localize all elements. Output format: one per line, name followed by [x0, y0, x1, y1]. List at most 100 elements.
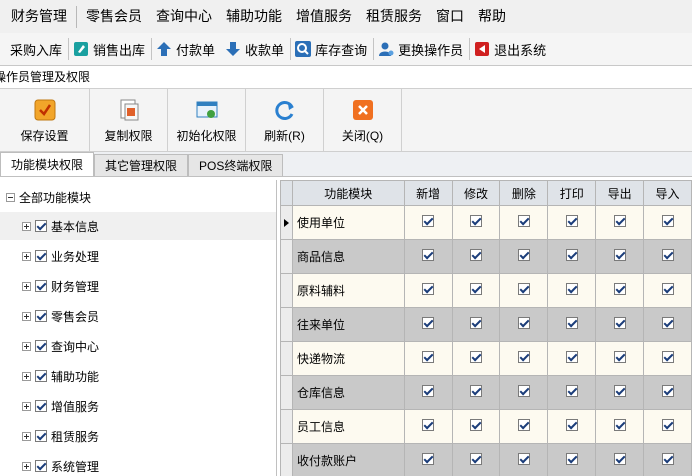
delete-checkbox[interactable]	[517, 317, 530, 329]
print-checkbox[interactable]	[565, 215, 578, 227]
change-operator-button[interactable]: 更换操作员	[374, 35, 469, 63]
delete-checkbox[interactable]	[517, 419, 530, 431]
add-checkbox[interactable]	[422, 317, 435, 329]
import-checkbox[interactable]	[661, 351, 674, 363]
tree-item[interactable]: 基本信息	[0, 212, 276, 240]
column-header[interactable]: 修改	[451, 180, 501, 206]
column-header[interactable]: 导出	[595, 180, 645, 206]
table-row[interactable]: 员工信息	[280, 409, 692, 444]
menu-finance[interactable]: 财务管理	[4, 0, 74, 33]
tree-item[interactable]: 辅助功能	[0, 362, 276, 390]
expand-icon[interactable]	[22, 251, 31, 261]
menu-query-center[interactable]: 查询中心	[149, 0, 219, 33]
import-checkbox[interactable]	[661, 453, 674, 465]
import-checkbox[interactable]	[661, 385, 674, 397]
edit-checkbox[interactable]	[469, 215, 482, 227]
checkbox-checked[interactable]	[35, 280, 47, 292]
inventory-query-button[interactable]: 库存查询	[291, 35, 373, 63]
export-checkbox[interactable]	[613, 385, 626, 397]
export-checkbox[interactable]	[613, 283, 626, 295]
edit-checkbox[interactable]	[469, 453, 482, 465]
expand-icon[interactable]	[22, 371, 31, 381]
close-button[interactable]: 关闭(Q)	[324, 89, 402, 151]
print-checkbox[interactable]	[565, 351, 578, 363]
export-checkbox[interactable]	[613, 215, 626, 227]
print-checkbox[interactable]	[565, 283, 578, 295]
edit-checkbox[interactable]	[469, 351, 482, 363]
column-header[interactable]: 打印	[547, 180, 597, 206]
import-checkbox[interactable]	[661, 317, 674, 329]
refresh-button[interactable]: 刷新(R)	[246, 89, 324, 151]
print-checkbox[interactable]	[565, 385, 578, 397]
delete-checkbox[interactable]	[517, 249, 530, 261]
checkbox-checked[interactable]	[35, 400, 47, 412]
menu-help[interactable]: 帮助	[471, 0, 513, 33]
print-checkbox[interactable]	[565, 453, 578, 465]
tree-root[interactable]: 全部功能模块	[6, 189, 91, 206]
print-checkbox[interactable]	[565, 249, 578, 261]
checkbox-checked[interactable]	[35, 370, 47, 382]
checkbox-checked[interactable]	[35, 220, 47, 232]
import-checkbox[interactable]	[661, 249, 674, 261]
tree-item[interactable]: 系统管理	[0, 452, 276, 476]
add-checkbox[interactable]	[422, 453, 435, 465]
tab-other-management[interactable]: 其它管理权限	[94, 154, 189, 176]
table-row[interactable]: 往来单位	[280, 307, 692, 342]
table-row[interactable]: 快递物流	[280, 341, 692, 376]
tree-item[interactable]: 租赁服务	[0, 422, 276, 450]
delete-checkbox[interactable]	[517, 453, 530, 465]
edit-checkbox[interactable]	[469, 385, 482, 397]
exit-system-button[interactable]: 退出系统	[470, 35, 552, 63]
tree-item[interactable]: 增值服务	[0, 392, 276, 420]
copy-permission-button[interactable]: 复制权限	[90, 89, 168, 151]
checkbox-checked[interactable]	[35, 460, 47, 472]
menu-rental[interactable]: 租赁服务	[359, 0, 429, 33]
import-checkbox[interactable]	[661, 283, 674, 295]
expand-icon[interactable]	[22, 401, 31, 411]
edit-checkbox[interactable]	[469, 317, 482, 329]
menu-retail-member[interactable]: 零售会员	[79, 0, 149, 33]
export-checkbox[interactable]	[613, 453, 626, 465]
tab-pos-terminal[interactable]: POS终端权限	[188, 154, 284, 176]
menu-auxiliary[interactable]: 辅助功能	[219, 0, 289, 33]
edit-checkbox[interactable]	[469, 283, 482, 295]
expand-icon[interactable]	[22, 431, 31, 441]
tree-item[interactable]: 财务管理	[0, 272, 276, 300]
collapse-icon[interactable]	[6, 193, 15, 202]
delete-checkbox[interactable]	[517, 385, 530, 397]
tree-item[interactable]: 查询中心	[0, 332, 276, 360]
column-header[interactable]: 新增	[403, 180, 453, 206]
column-header[interactable]: 导入	[643, 180, 692, 206]
delete-checkbox[interactable]	[517, 283, 530, 295]
table-row[interactable]: 使用单位	[280, 205, 692, 240]
expand-icon[interactable]	[22, 461, 31, 471]
add-checkbox[interactable]	[422, 249, 435, 261]
export-checkbox[interactable]	[613, 249, 626, 261]
expand-icon[interactable]	[22, 221, 31, 231]
add-checkbox[interactable]	[422, 419, 435, 431]
add-checkbox[interactable]	[422, 215, 435, 227]
expand-icon[interactable]	[22, 281, 31, 291]
delete-checkbox[interactable]	[517, 215, 530, 227]
tab-function-module[interactable]: 功能模块权限	[0, 152, 95, 176]
add-checkbox[interactable]	[422, 385, 435, 397]
tree-item[interactable]: 业务处理	[0, 242, 276, 270]
column-header[interactable]: 删除	[499, 180, 549, 206]
menu-value-added[interactable]: 增值服务	[289, 0, 359, 33]
add-checkbox[interactable]	[422, 283, 435, 295]
edit-checkbox[interactable]	[469, 419, 482, 431]
receipt-button[interactable]: 收款单	[221, 35, 290, 63]
purchase-inbound-button[interactable]: 采购入库	[0, 35, 68, 63]
print-checkbox[interactable]	[565, 317, 578, 329]
export-checkbox[interactable]	[613, 419, 626, 431]
tree-item[interactable]: 零售会员	[0, 302, 276, 330]
initialize-permission-button[interactable]: 初始化权限	[168, 89, 246, 151]
export-checkbox[interactable]	[613, 317, 626, 329]
edit-checkbox[interactable]	[469, 249, 482, 261]
import-checkbox[interactable]	[661, 419, 674, 431]
save-settings-button[interactable]: 保存设置	[0, 89, 90, 151]
column-header[interactable]: 功能模块	[291, 180, 405, 206]
checkbox-checked[interactable]	[35, 430, 47, 442]
checkbox-checked[interactable]	[35, 250, 47, 262]
checkbox-checked[interactable]	[35, 310, 47, 322]
